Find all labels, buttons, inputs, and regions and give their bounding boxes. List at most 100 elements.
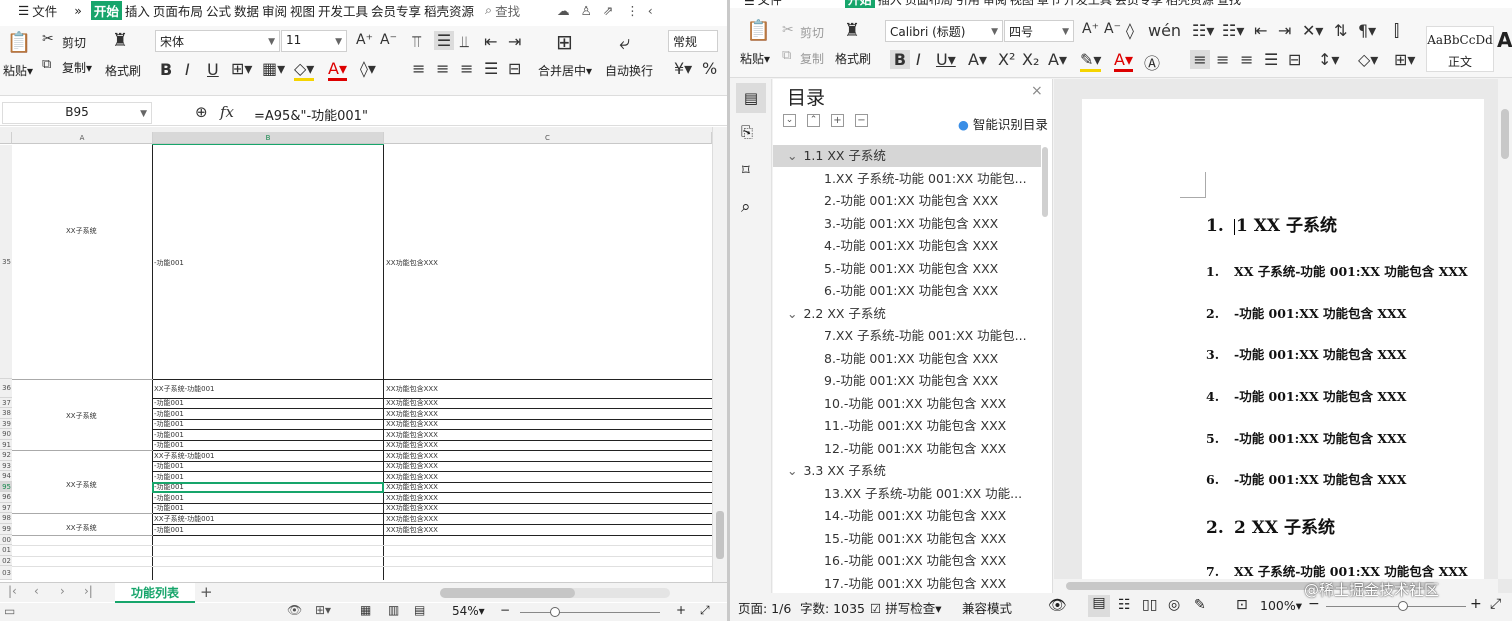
row-header[interactable]: 02 xyxy=(0,556,12,566)
toc-subitem[interactable]: 17.-功能 001:XX 功能包含 XXX xyxy=(773,573,1041,594)
increase-font-icon[interactable]: A⁺ xyxy=(356,32,373,48)
cell-b[interactable]: -功能001 xyxy=(154,472,184,482)
zoom-slider-handle[interactable] xyxy=(550,607,560,617)
cell-c[interactable]: XX功能包含XXX xyxy=(386,514,438,524)
sheet-tab-function-list[interactable]: 功能列表 xyxy=(115,583,195,603)
doc-heading-2[interactable]: 3. -功能 001:XX 功能包含 XXX xyxy=(1206,344,1406,363)
outdent-icon[interactable]: ⇤ xyxy=(1254,21,1267,40)
writer-cut-button[interactable]: 剪切 xyxy=(800,24,824,41)
doc-heading-2[interactable]: 5. -功能 001:XX 功能包含 XXX xyxy=(1206,428,1406,447)
cell-b[interactable]: XX子系统-功能001 xyxy=(154,451,214,461)
row-header[interactable]: 37 xyxy=(0,398,12,408)
writer-underline-icon[interactable]: U▾ xyxy=(936,50,956,69)
cell-c[interactable]: XX功能包含XXX xyxy=(386,451,438,461)
horizontal-scrollbar[interactable] xyxy=(440,588,670,598)
page-layout-view-icon[interactable]: ▥ xyxy=(388,603,399,617)
font-color-icon[interactable]: A▾ xyxy=(328,59,347,81)
cell-c[interactable]: XX功能包含XXX xyxy=(386,493,438,503)
sort-icon[interactable]: ⇅ xyxy=(1334,21,1347,40)
zoom-level[interactable]: 54%▾ xyxy=(452,604,485,618)
cell-c[interactable]: XX功能包含XXX xyxy=(386,380,438,398)
cell-c[interactable]: XX功能包含XXX xyxy=(386,409,438,419)
menu-file[interactable]: 文件 xyxy=(32,1,57,20)
cell-b[interactable]: -功能001 xyxy=(154,420,184,429)
eye-protect-icon[interactable]: 👁 xyxy=(287,603,302,617)
writer-paste-icon[interactable]: 📋 xyxy=(746,18,771,42)
cell-c[interactable]: XX功能包含XXX xyxy=(386,258,438,268)
font-name-select[interactable]: 宋体 ▼ xyxy=(155,30,280,52)
toc-subitem[interactable]: 9.-功能 001:XX 功能包含 XXX xyxy=(773,370,1041,392)
cell-c[interactable]: XX功能包含XXX xyxy=(386,504,438,513)
collapse-all-icon[interactable]: ⌄ xyxy=(783,114,796,127)
row-header[interactable]: 90 xyxy=(0,429,12,440)
next-sheet-icon[interactable]: › xyxy=(60,584,65,598)
toc-subitem[interactable]: 8.-功能 001:XX 功能包含 XXX xyxy=(773,348,1041,370)
menu-page-layout[interactable]: 页面布局 xyxy=(153,1,203,20)
align-left-icon[interactable]: ≡ xyxy=(412,59,425,78)
writer-hamburger-icon[interactable]: ☰ xyxy=(744,0,755,8)
indent-decrease-icon[interactable]: ⇤ xyxy=(484,32,497,51)
underline-icon[interactable]: U xyxy=(207,60,219,79)
toc-scroll-thumb[interactable] xyxy=(1042,147,1048,217)
writer-shrink-font-icon[interactable]: A⁻ xyxy=(1104,21,1121,37)
writer-italic-icon[interactable]: I xyxy=(916,50,921,69)
toc-subitem[interactable]: 11.-功能 001:XX 功能包含 XXX xyxy=(773,415,1041,437)
toc-subitem[interactable]: 3.-功能 001:XX 功能包含 XXX xyxy=(773,213,1041,235)
vertical-scroll-thumb[interactable] xyxy=(716,511,724,559)
chart-view-icon[interactable]: ⊞▾ xyxy=(315,603,331,617)
row-header[interactable]: 93 xyxy=(0,461,12,471)
toc-subitem[interactable]: 10.-功能 001:XX 功能包含 XXX xyxy=(773,393,1041,415)
cell-c[interactable]: XX功能包含XXX xyxy=(386,441,438,450)
zoom-out-icon[interactable]: − xyxy=(500,603,510,617)
merge-center-button[interactable]: 合并居中▾ xyxy=(538,62,592,79)
cell-c[interactable]: XX功能包含XXX xyxy=(386,472,438,482)
writer-zoom-slider[interactable] xyxy=(1326,601,1466,611)
cell-b[interactable]: -功能001 xyxy=(154,258,184,268)
read-mode-icon[interactable]: ▯▯ xyxy=(1142,597,1157,613)
page-view-icon[interactable]: ▤ xyxy=(1088,595,1110,617)
row-header[interactable]: 38 xyxy=(0,408,12,419)
chinese-layout-icon[interactable]: ✕▾ xyxy=(1302,21,1323,40)
align-middle-icon[interactable]: ☰ xyxy=(434,31,454,50)
writer-menu-view[interactable]: 视图 xyxy=(1010,0,1034,8)
style-gallery-normal[interactable]: AaBbCcDd 正文 xyxy=(1426,26,1494,72)
toc-scrollbar[interactable] xyxy=(1041,145,1049,593)
shading-icon[interactable]: ◇▾ xyxy=(1358,50,1378,69)
align-bottom-icon[interactable]: ⫫ xyxy=(460,32,469,52)
bullets-icon[interactable]: ☷▾ xyxy=(1192,21,1214,40)
writer-distribute-icon[interactable]: ⊟ xyxy=(1288,50,1301,69)
row-header[interactable]: 96 xyxy=(0,492,12,503)
writer-menu-developer[interactable]: 开发工具 xyxy=(1064,0,1112,8)
zoom-in-icon[interactable]: + xyxy=(676,603,686,617)
last-sheet-icon[interactable]: ›| xyxy=(84,584,93,598)
writer-font-size-select[interactable]: 四号 ▼ xyxy=(1004,20,1074,42)
toc-heading-item[interactable]: ⌄ 2.2 XX 子系统 xyxy=(773,303,1041,325)
font-size-select[interactable]: 11 ▼ xyxy=(281,30,347,52)
menu-search[interactable]: 查找 xyxy=(495,1,520,20)
zoom-slider[interactable] xyxy=(520,607,660,617)
bookmark-icon[interactable]: ⌑ xyxy=(742,161,750,179)
fullscreen-icon[interactable]: ⤢ xyxy=(700,603,710,618)
writer-phonetic-icon[interactable]: wén xyxy=(1148,21,1181,40)
toc-subitem[interactable]: 13.XX 子系统-功能 001:XX 功能... xyxy=(773,483,1041,505)
writer-format-painter-button[interactable]: 格式刷 xyxy=(835,50,871,67)
cell-c[interactable]: XX功能包含XXX xyxy=(386,525,438,535)
toc-subitem[interactable]: 16.-功能 001:XX 功能包含 XXX xyxy=(773,550,1041,572)
writer-zoom-level[interactable]: 100%▾ xyxy=(1260,598,1302,613)
doc-heading-2[interactable]: 6. -功能 001:XX 功能包含 XXX xyxy=(1206,469,1406,488)
cell-b[interactable]: -功能001 xyxy=(154,504,184,513)
toc-subitem[interactable]: 6.-功能 001:XX 功能包含 XXX xyxy=(773,280,1041,302)
writer-justify-icon[interactable]: ☰ xyxy=(1264,50,1278,69)
writer-zoom-handle[interactable] xyxy=(1398,601,1408,611)
toc-subitem[interactable]: 7.XX 子系统-功能 001:XX 功能包... xyxy=(773,325,1041,347)
currency-icon[interactable]: ¥▾ xyxy=(674,59,692,78)
collapse-icon[interactable]: − xyxy=(855,114,868,127)
prev-sheet-icon[interactable]: ‹ xyxy=(34,584,39,598)
row-header[interactable]: 99 xyxy=(0,524,12,535)
column-header-a[interactable]: A xyxy=(12,132,153,144)
toc-subitem[interactable]: 15.-功能 001:XX 功能包含 XXX xyxy=(773,528,1041,550)
column-header-c[interactable]: C xyxy=(384,132,712,144)
active-cell-b95[interactable] xyxy=(152,482,384,493)
char-border-icon[interactable]: Ⓐ xyxy=(1144,50,1160,74)
writer-clear-format-icon[interactable]: ◊ xyxy=(1126,21,1134,40)
